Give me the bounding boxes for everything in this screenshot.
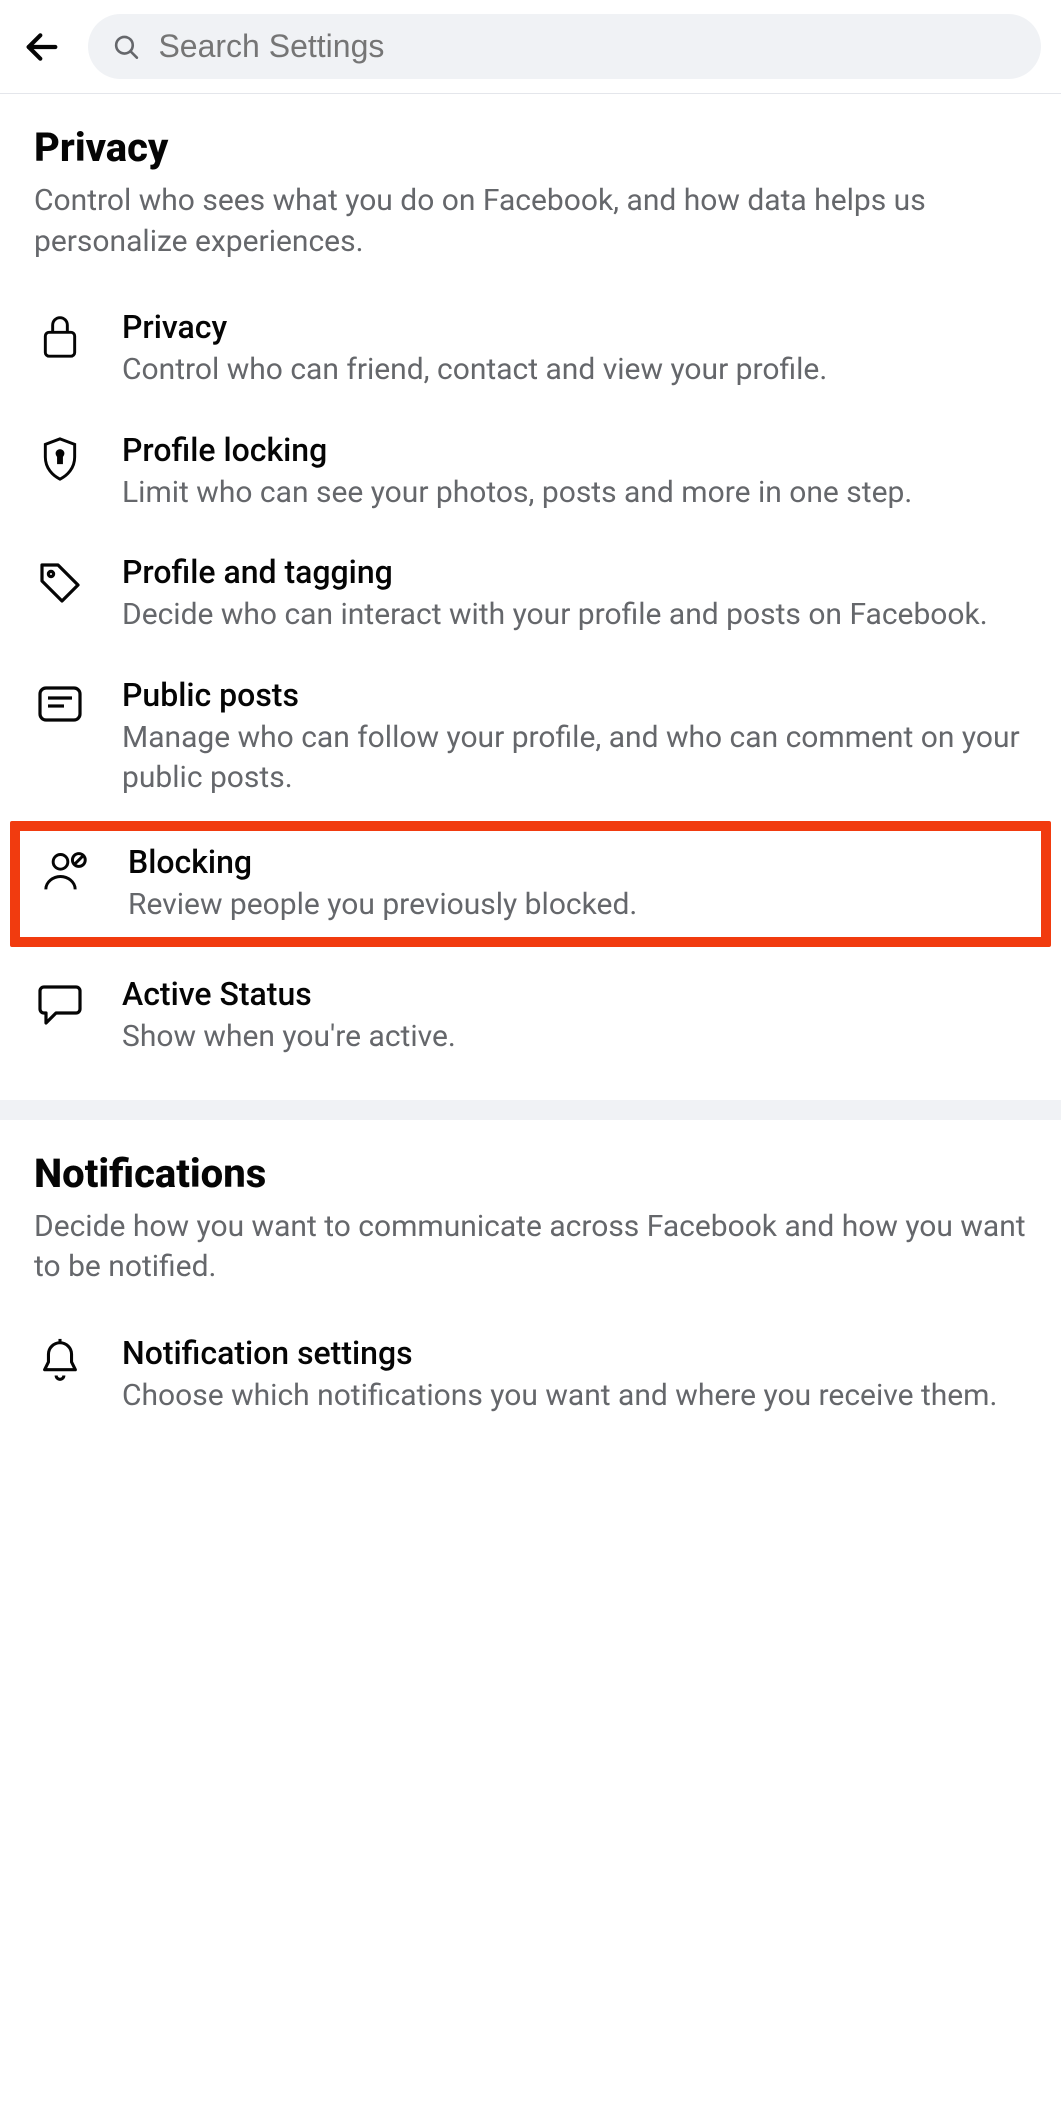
section-privacy: Privacy Control who sees what you do on … <box>0 94 1061 1100</box>
item-desc: Manage who can follow your profile, and … <box>122 718 1027 799</box>
search-bar[interactable] <box>88 14 1041 79</box>
highlighted-item: Blocking Review people you previously bl… <box>10 821 1051 948</box>
item-title: Blocking <box>128 843 1021 881</box>
item-desc: Limit who can see your photos, posts and… <box>122 473 1027 514</box>
item-title: Public posts <box>122 676 1027 714</box>
tag-icon <box>34 555 86 607</box>
bell-icon <box>34 1336 86 1388</box>
section-title: Privacy <box>34 124 1027 171</box>
item-title: Profile locking <box>122 431 1027 469</box>
settings-item-profile-locking[interactable]: Profile locking Limit who can see your p… <box>34 413 1027 536</box>
post-icon <box>34 678 86 730</box>
item-title: Active Status <box>122 975 1027 1013</box>
chat-icon <box>34 977 86 1029</box>
item-title: Profile and tagging <box>122 553 1027 591</box>
settings-item-blocking[interactable]: Blocking Review people you previously bl… <box>40 843 1021 926</box>
item-title: Privacy <box>122 308 1027 346</box>
section-notifications: Notifications Decide how you want to com… <box>0 1120 1061 1459</box>
item-desc: Control who can friend, contact and view… <box>122 350 1027 391</box>
item-title: Notification settings <box>122 1334 1027 1372</box>
settings-item-profile-tagging[interactable]: Profile and tagging Decide who can inter… <box>34 535 1027 658</box>
search-input[interactable] <box>158 28 1017 65</box>
settings-item-notification-settings[interactable]: Notification settings Choose which notif… <box>34 1316 1027 1439</box>
shield-icon <box>34 433 86 485</box>
item-desc: Choose which notifications you want and … <box>122 1376 1027 1417</box>
search-icon <box>112 32 140 62</box>
lock-icon <box>34 310 86 362</box>
settings-item-public-posts[interactable]: Public posts Manage who can follow your … <box>34 658 1027 821</box>
app-header <box>0 0 1061 94</box>
section-divider <box>0 1100 1061 1120</box>
item-desc: Decide who can interact with your profil… <box>122 595 1027 636</box>
arrow-left-icon <box>22 27 62 67</box>
settings-item-active-status[interactable]: Active Status Show when you're active. <box>34 957 1027 1080</box>
item-desc: Show when you're active. <box>122 1017 1027 1058</box>
section-subtitle: Decide how you want to communicate acros… <box>34 1207 1027 1288</box>
block-icon <box>40 845 92 897</box>
section-subtitle: Control who sees what you do on Facebook… <box>34 181 1027 262</box>
back-button[interactable] <box>20 25 64 69</box>
settings-item-privacy[interactable]: Privacy Control who can friend, contact … <box>34 290 1027 413</box>
section-title: Notifications <box>34 1150 1027 1197</box>
item-desc: Review people you previously blocked. <box>128 885 1021 926</box>
